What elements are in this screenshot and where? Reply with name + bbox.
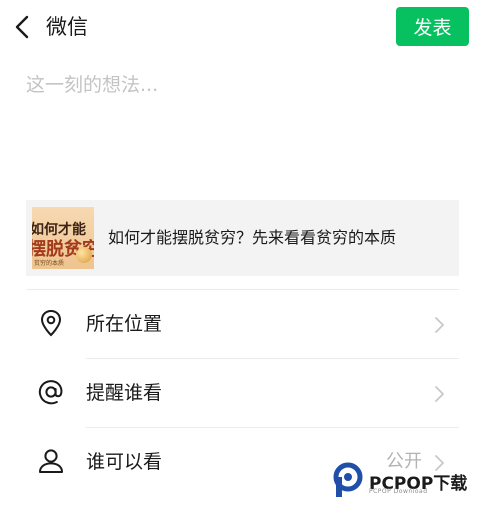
option-label: 所在位置 — [86, 313, 163, 335]
thought-input[interactable] — [26, 70, 456, 180]
page-title: 微信 — [46, 15, 88, 39]
at-sign-icon — [38, 380, 63, 405]
location-row[interactable]: 所在位置 — [26, 290, 459, 359]
chevron-right-icon — [435, 317, 444, 333]
thumbnail-bottom-text: 贫穷的本质 — [34, 260, 65, 267]
chevron-left-icon[interactable] — [12, 14, 34, 40]
link-thumbnail: 如何才能 摆脱贫穷 贫穷的本质 — [32, 207, 94, 269]
mention-row[interactable]: 提醒谁看 — [26, 359, 459, 428]
shared-link-card[interactable]: 如何才能 摆脱贫穷 贫穷的本质 如何才能摆脱贫穷？先来看看贫穷的本质 — [26, 200, 459, 276]
option-label: 提醒谁看 — [86, 382, 163, 404]
watermark-subtext: PCPOP Download — [369, 488, 428, 495]
coin-icon — [76, 247, 92, 263]
person-icon — [39, 449, 63, 473]
option-label: 谁可以看 — [86, 451, 163, 473]
pcpop-logo-icon — [333, 462, 363, 497]
publish-button[interactable]: 发表 — [396, 7, 469, 46]
watermark-logo: PCPOP下载 PCPOP Download — [331, 462, 479, 506]
moments-compose-page: 微信 发表 如何才能 摆脱贫穷 贫穷的本质 如何才能摆脱贫穷？先来看看贫穷的本质… — [0, 0, 479, 506]
link-title: 如何才能摆脱贫穷？先来看看贫穷的本质 — [108, 228, 397, 247]
chevron-right-icon — [435, 386, 444, 402]
location-pin-icon — [40, 309, 62, 337]
